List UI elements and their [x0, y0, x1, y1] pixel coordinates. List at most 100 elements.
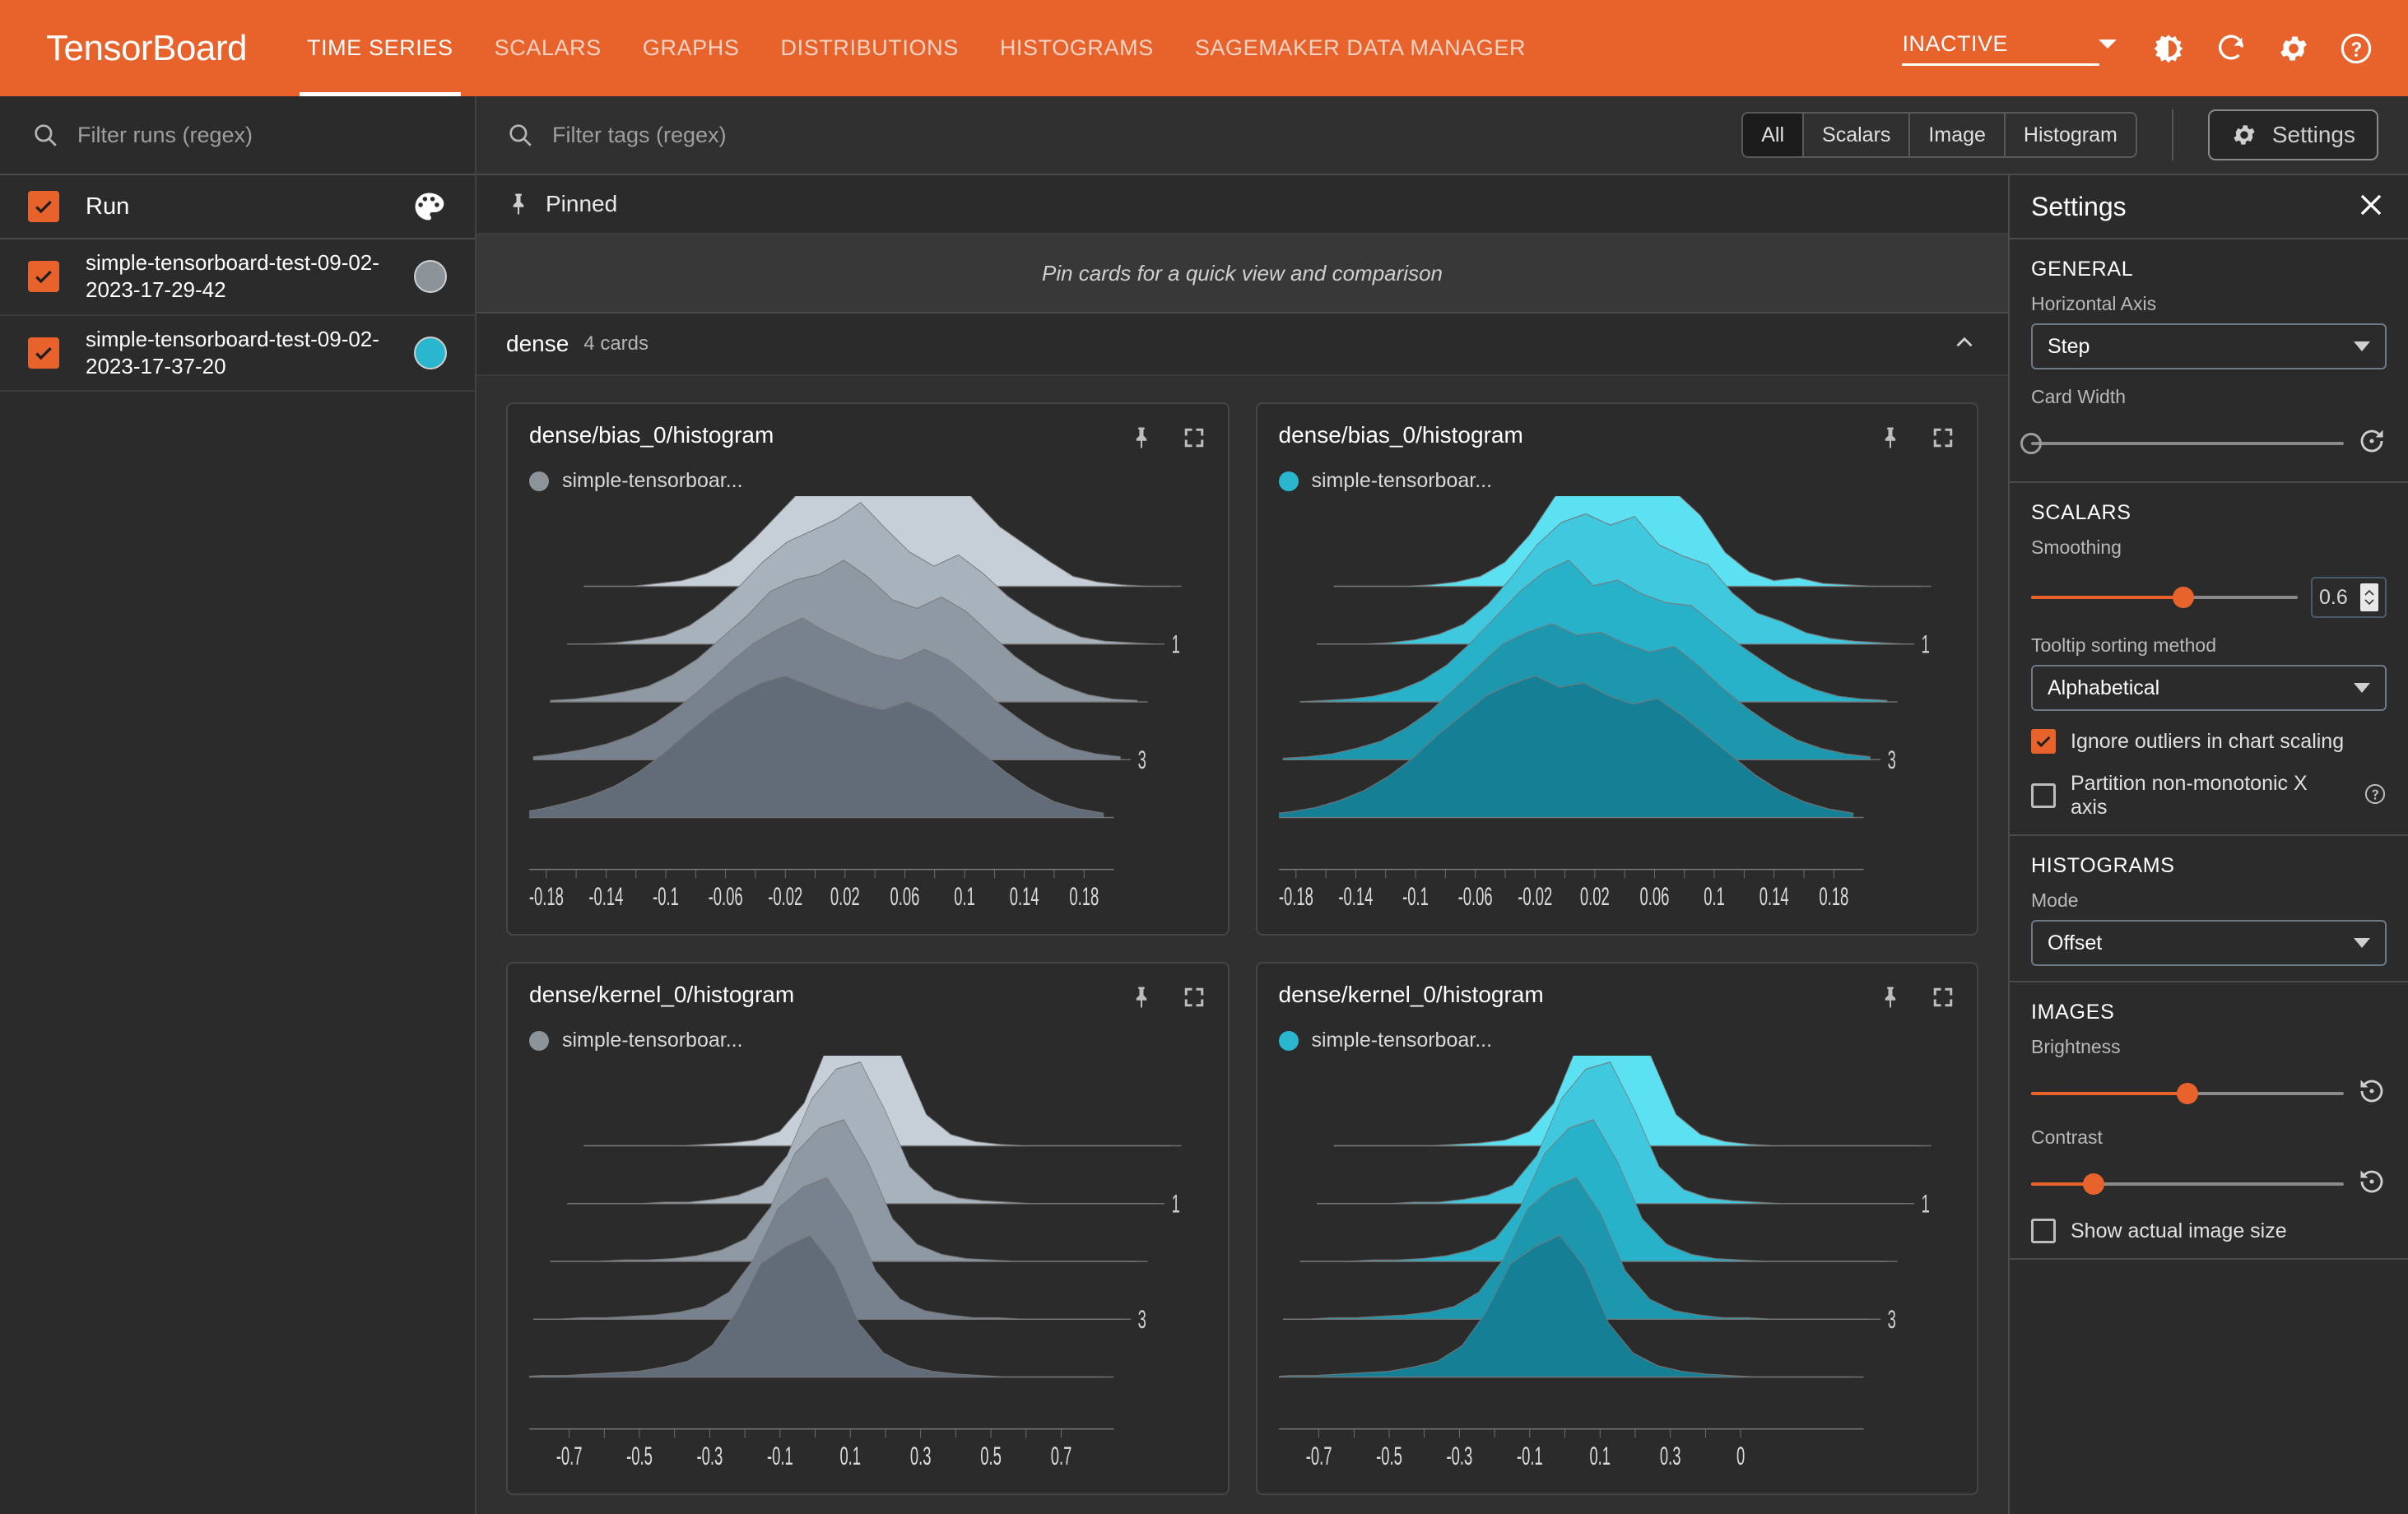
- spinner-arrows-icon[interactable]: [2360, 583, 2378, 611]
- card-title: dense/bias_0/histogram: [1278, 422, 1523, 448]
- runs-filter[interactable]: Filter runs (regex): [0, 96, 475, 175]
- partition-x-axis-checkbox[interactable]: [2031, 783, 2056, 808]
- histogram-mode-label: Mode: [2031, 889, 2079, 911]
- x-axis-tick-label: 0.14: [1759, 883, 1788, 911]
- filter-toggle-histogram[interactable]: Histogram: [2006, 114, 2136, 156]
- settings-scalars-section: SCALARS Smoothing 0.6 Tooltip sorting me…: [2010, 483, 2408, 836]
- chevron-up-icon[interactable]: [1950, 328, 1978, 360]
- show-actual-size-row[interactable]: Show actual image size: [2031, 1219, 2387, 1243]
- filter-toggle-image[interactable]: Image: [1910, 114, 2006, 156]
- run-color-dot: [1278, 471, 1299, 491]
- histogram-chart[interactable]: 1 3 -0.18 -0.14 -0.1 -0.06 -0.02 0.02 0.06 0.1 0.1…: [529, 496, 1206, 921]
- gear-icon[interactable]: [2275, 30, 2313, 67]
- settings-panel-header: Settings: [2010, 175, 2408, 239]
- help-icon[interactable]: [2337, 30, 2375, 67]
- x-axis-tick-label: -0.14: [588, 883, 623, 911]
- runs-header-label: Run: [86, 193, 130, 220]
- x-axis-tick-label: 0.02: [830, 883, 860, 911]
- brightness-reset-icon[interactable]: [2357, 1076, 2387, 1110]
- fullscreen-icon[interactable]: [1931, 985, 1955, 1014]
- tab-sagemaker-data-manager[interactable]: SAGEMAKER DATA MANAGER: [1174, 0, 1546, 96]
- run-color-swatch[interactable]: [414, 260, 447, 294]
- pin-icon[interactable]: [1878, 985, 1903, 1014]
- show-actual-size-checkbox[interactable]: [2031, 1219, 2056, 1243]
- contrast-slider[interactable]: [2031, 1173, 2344, 1195]
- brightness-label: Brightness: [2031, 1036, 2121, 1057]
- step-tick-label: 1: [1921, 631, 1929, 659]
- histogram-card: dense/bias_0/histogram simple-tensorboar.…: [1255, 402, 1978, 936]
- filter-toggle-scalars[interactable]: Scalars: [1804, 114, 1911, 156]
- tooltip-sorting-select[interactable]: Alphabetical: [2031, 665, 2387, 711]
- group-header-dense[interactable]: dense 4 cards: [476, 313, 2008, 376]
- runs-sidebar: Filter runs (regex) Run simple-tensorboa…: [0, 96, 476, 1514]
- ignore-outliers-checkbox[interactable]: [2031, 729, 2056, 754]
- tab-time-series[interactable]: TIME SERIES: [286, 0, 474, 96]
- card-width-reset-icon[interactable]: [2357, 426, 2387, 460]
- chevron-down-icon: [2354, 938, 2370, 948]
- pin-icon[interactable]: [1878, 425, 1903, 454]
- fullscreen-icon[interactable]: [1931, 425, 1955, 454]
- select-all-runs-checkbox[interactable]: [28, 191, 59, 222]
- settings-button[interactable]: Settings: [2207, 109, 2378, 160]
- tab-scalars[interactable]: SCALARS: [474, 0, 622, 96]
- x-axis-tick-label: 0.7: [1051, 1442, 1072, 1470]
- fullscreen-icon[interactable]: [1182, 985, 1206, 1014]
- run-checkbox[interactable]: [28, 261, 59, 293]
- partition-x-axis-row[interactable]: Partition non-monotonic X axis: [2031, 772, 2387, 820]
- run-color-swatch[interactable]: [414, 336, 447, 369]
- tab-label: SCALARS: [494, 35, 602, 60]
- pin-icon[interactable]: [1129, 425, 1154, 454]
- group-card-count: 4 cards: [583, 332, 648, 355]
- x-axis-tick-label: -0.06: [709, 883, 743, 911]
- run-list-item[interactable]: simple-tensorboard-test-09-02-2023-17-37…: [0, 316, 475, 392]
- tags-filter-placeholder: Filter tags (regex): [552, 122, 727, 147]
- ignore-outliers-row[interactable]: Ignore outliers in chart scaling: [2031, 729, 2387, 754]
- runs-header-row[interactable]: Run: [0, 175, 475, 239]
- card-run-legend: simple-tensorboar...: [529, 1029, 1206, 1052]
- pin-icon[interactable]: [1129, 985, 1154, 1014]
- contrast-reset-icon[interactable]: [2357, 1167, 2387, 1201]
- x-axis-tick-label: 0.06: [1639, 883, 1669, 911]
- horizontal-axis-select[interactable]: Step: [2031, 323, 2387, 369]
- smoothing-stepper[interactable]: 0.6: [2311, 577, 2387, 618]
- histogram-chart[interactable]: 1 3 -0.7 -0.5 -0.3 -0.1 0.1 0.3 0: [1278, 1056, 1956, 1480]
- x-axis-tick-label: -0.1: [1516, 1442, 1542, 1470]
- tab-graphs[interactable]: GRAPHS: [622, 0, 760, 96]
- plugin-filter-toggles: All Scalars Image Histogram: [1741, 112, 2137, 158]
- refresh-icon[interactable]: [2212, 30, 2250, 67]
- run-name-truncated: simple-tensorboar...: [562, 469, 743, 492]
- tab-distributions[interactable]: DISTRIBUTIONS: [760, 0, 979, 96]
- x-axis-tick-label: 0.3: [1659, 1442, 1680, 1470]
- card-width-slider[interactable]: [2020, 432, 2344, 454]
- close-icon[interactable]: [2355, 189, 2387, 225]
- tab-label: SAGEMAKER DATA MANAGER: [1194, 35, 1527, 60]
- histogram-chart[interactable]: 1 3 -0.18 -0.14 -0.1 -0.06 -0.02 0.02 0.06 0.1 0.1…: [1278, 496, 1956, 921]
- card-title: dense/bias_0/histogram: [529, 422, 774, 448]
- run-name-truncated: simple-tensorboar...: [1311, 469, 1493, 492]
- brightness-icon[interactable]: [2150, 30, 2187, 67]
- x-axis-tick-label: -0.5: [626, 1442, 653, 1470]
- fullscreen-icon[interactable]: [1182, 425, 1206, 454]
- app-body: Filter runs (regex) Run simple-tensorboa…: [0, 96, 2408, 1514]
- x-axis-tick-label: -0.7: [556, 1442, 583, 1470]
- card-run-legend: simple-tensorboar...: [1278, 469, 1956, 493]
- run-list-item[interactable]: simple-tensorboard-test-09-02-2023-17-29…: [0, 239, 475, 316]
- run-checkbox[interactable]: [28, 337, 59, 369]
- status-selector[interactable]: INACTIVE: [1902, 31, 2117, 66]
- smoothing-slider[interactable]: [2031, 587, 2298, 608]
- toolbar-divider: [2171, 109, 2173, 160]
- runs-list: simple-tensorboard-test-09-02-2023-17-29…: [0, 239, 475, 392]
- histogram-chart[interactable]: 1 3 -0.7 -0.5 -0.3 -0.1 0.1 0.3 0.5 0.7: [529, 1056, 1206, 1480]
- tab-histograms[interactable]: HISTOGRAMS: [979, 0, 1174, 96]
- pinned-section-header[interactable]: Pinned: [476, 175, 2008, 235]
- cards-grid: dense/bias_0/histogram simple-tensorboar.…: [476, 376, 2008, 1514]
- color-palette-icon[interactable]: [411, 188, 447, 225]
- histogram-mode-select[interactable]: Offset: [2031, 920, 2387, 966]
- images-section-title: IMAGES: [2031, 1001, 2115, 1024]
- help-icon[interactable]: [2364, 783, 2387, 810]
- pin-icon: [513, 193, 524, 215]
- filter-toggle-all[interactable]: All: [1743, 114, 1805, 156]
- tensorboard-app: TensorBoard TIME SERIES SCALARS GRAPHS DIST…: [0, 0, 2408, 1514]
- brightness-slider[interactable]: [2031, 1082, 2344, 1104]
- x-axis-tick-label: 0.18: [1069, 883, 1099, 911]
